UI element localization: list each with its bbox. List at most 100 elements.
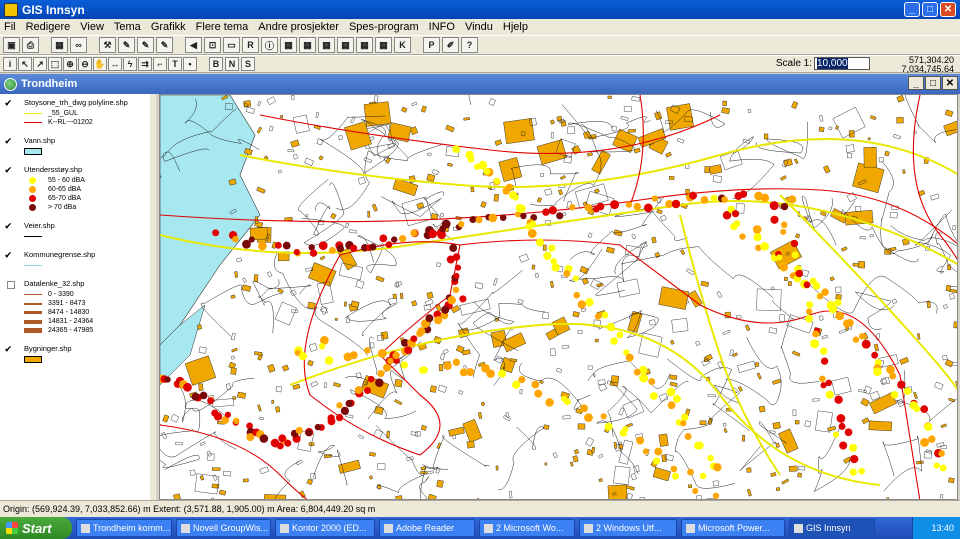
menu-item[interactable]: Redigere — [26, 21, 71, 33]
legend-layer[interactable]: ✔ Kommunegrense.shp — [0, 249, 153, 270]
binoculars-icon[interactable]: ∞ — [70, 37, 87, 53]
layer-checkbox[interactable]: ✔ — [5, 97, 16, 109]
legend-swatch — [24, 148, 42, 155]
menu-item[interactable]: Grafikk — [151, 21, 186, 33]
text-s-button[interactable]: S — [241, 57, 255, 71]
text-tool-icon[interactable]: T — [168, 57, 182, 71]
building — [350, 116, 356, 124]
pencil-icon[interactable]: ✐ — [442, 37, 459, 53]
legend-layer[interactable]: ✔ Veier.shp — [0, 220, 153, 241]
building — [411, 300, 418, 307]
menu-item[interactable]: Spes-program — [349, 21, 419, 33]
maximize-button[interactable]: □ — [922, 2, 938, 17]
legend-layer[interactable]: ✔ Stoysone_trh_dwg polyline.shp _55_GUL K--… — [0, 97, 153, 127]
help-icon[interactable]: ? — [461, 37, 478, 53]
bold-b-button[interactable]: B — [209, 57, 223, 71]
building — [923, 451, 932, 459]
building — [316, 138, 324, 146]
legend-layer[interactable]: Datalenke_32.shp 0 - 3390 3391 - 8473 8474 … — [0, 278, 153, 335]
edit-icon[interactable]: ✎ — [156, 37, 173, 53]
measure-icon[interactable]: ↔ — [108, 57, 122, 71]
doc-close-button[interactable]: ✕ — [942, 76, 958, 90]
pointer-vertex-icon[interactable]: ↗ — [33, 57, 47, 71]
save-icon[interactable]: ▣ — [3, 37, 20, 53]
building — [793, 158, 799, 165]
k-tool-icon[interactable]: K — [394, 37, 411, 53]
r-tool-icon[interactable]: R — [242, 37, 259, 53]
building — [231, 347, 238, 353]
minimize-button[interactable]: _ — [904, 2, 920, 17]
doc-minimize-button[interactable]: _ — [908, 76, 924, 90]
scale-input[interactable]: 10,000 — [814, 57, 870, 70]
taskbar-button[interactable]: Trondheim komm... — [76, 519, 172, 537]
select-box-icon[interactable]: ⬚ — [48, 57, 62, 71]
layer-checkbox[interactable]: ✔ — [5, 164, 16, 176]
noise-point — [835, 311, 845, 321]
taskbar-button[interactable]: 2 Microsoft Wo... — [479, 519, 575, 537]
building — [948, 477, 955, 484]
toc-scrollbar[interactable] — [150, 94, 156, 500]
grid-icon[interactable]: ▦ — [299, 37, 316, 53]
noise-point — [886, 365, 895, 374]
taskbar-button[interactable]: Microsoft Power... — [681, 519, 785, 537]
menu-item[interactable]: Fil — [4, 21, 16, 33]
taskbar-button[interactable]: GIS Innsyn — [789, 519, 875, 537]
taskbar-button[interactable]: Kontor 2000 (ED... — [275, 519, 375, 537]
layer-checkbox[interactable]: ✔ — [5, 249, 16, 261]
zoom-in-icon[interactable]: ⊕ — [63, 57, 77, 71]
pan-icon[interactable]: ✋ — [93, 57, 107, 71]
grid-icon[interactable]: ▦ — [356, 37, 373, 53]
menu-item[interactable]: Vindu — [465, 21, 493, 33]
legend-layer[interactable]: ✔ Vann.shp — [0, 135, 153, 156]
map-canvas[interactable] — [160, 95, 958, 500]
layer-checkbox[interactable]: ✔ — [5, 220, 16, 232]
edit-icon[interactable]: ✎ — [118, 37, 135, 53]
dot-icon[interactable]: • — [183, 57, 197, 71]
text-n-button[interactable]: N — [225, 57, 239, 71]
table-icon[interactable]: ▦ — [51, 37, 68, 53]
p-tool-icon[interactable]: P — [423, 37, 440, 53]
zoom-out-icon[interactable]: ⊖ — [78, 57, 92, 71]
doc-maximize-button[interactable]: □ — [925, 76, 941, 90]
taskbar-button[interactable]: 2 Windows Utf... — [579, 519, 677, 537]
close-button[interactable]: ✕ — [940, 2, 956, 17]
noise-point — [710, 194, 718, 202]
info-icon[interactable]: i — [3, 57, 17, 71]
noise-point — [680, 413, 689, 421]
layer-checkbox[interactable]: ✔ — [5, 343, 16, 355]
legend-layer[interactable]: ✔ Bygninger.shp — [0, 343, 153, 364]
building — [940, 423, 947, 429]
start-button[interactable]: Start — [0, 517, 72, 539]
legend-layer[interactable]: ✔ Utendersstøy.shp 55 - 60 dBA 60-65 dBA 65-… — [0, 164, 153, 212]
grid-icon[interactable]: ▦ — [318, 37, 335, 53]
taskbar-button[interactable]: Novell GroupWis... — [176, 519, 271, 537]
layer-checkbox[interactable] — [7, 281, 15, 289]
edit-icon[interactable]: ✎ — [137, 37, 154, 53]
grid-icon[interactable]: ▦ — [375, 37, 392, 53]
menu-item[interactable]: View — [80, 21, 104, 33]
menu-item[interactable]: Hjelp — [503, 21, 528, 33]
page-icon[interactable]: ▭ — [223, 37, 240, 53]
zoom-extent-icon[interactable]: ⊡ — [204, 37, 221, 53]
menu-item[interactable]: INFO — [429, 21, 455, 33]
select-line-icon[interactable]: ⇉ — [138, 57, 152, 71]
noise-point — [399, 235, 407, 243]
identify-icon[interactable]: ⓘ — [261, 37, 278, 53]
layer-checkbox[interactable]: ✔ — [5, 135, 16, 147]
menu-item[interactable]: Tema — [114, 21, 141, 33]
grid-icon[interactable]: ▦ — [337, 37, 354, 53]
hammer-icon[interactable]: ⚒ — [99, 37, 116, 53]
map-view[interactable] — [159, 94, 958, 500]
building — [772, 421, 781, 430]
building — [463, 117, 471, 121]
back-icon[interactable]: ◀ — [185, 37, 202, 53]
print-icon[interactable]: ⎙ — [22, 37, 39, 53]
lightning-icon[interactable]: ϟ — [123, 57, 137, 71]
menu-item[interactable]: Andre prosjekter — [258, 21, 339, 33]
noise-point — [493, 177, 501, 185]
grid-icon[interactable]: ▦ — [280, 37, 297, 53]
taskbar-button[interactable]: Adobe Reader — [379, 519, 475, 537]
label-icon[interactable]: ⌐ — [153, 57, 167, 71]
pointer-icon[interactable]: ↖ — [18, 57, 32, 71]
menu-item[interactable]: Flere tema — [196, 21, 249, 33]
